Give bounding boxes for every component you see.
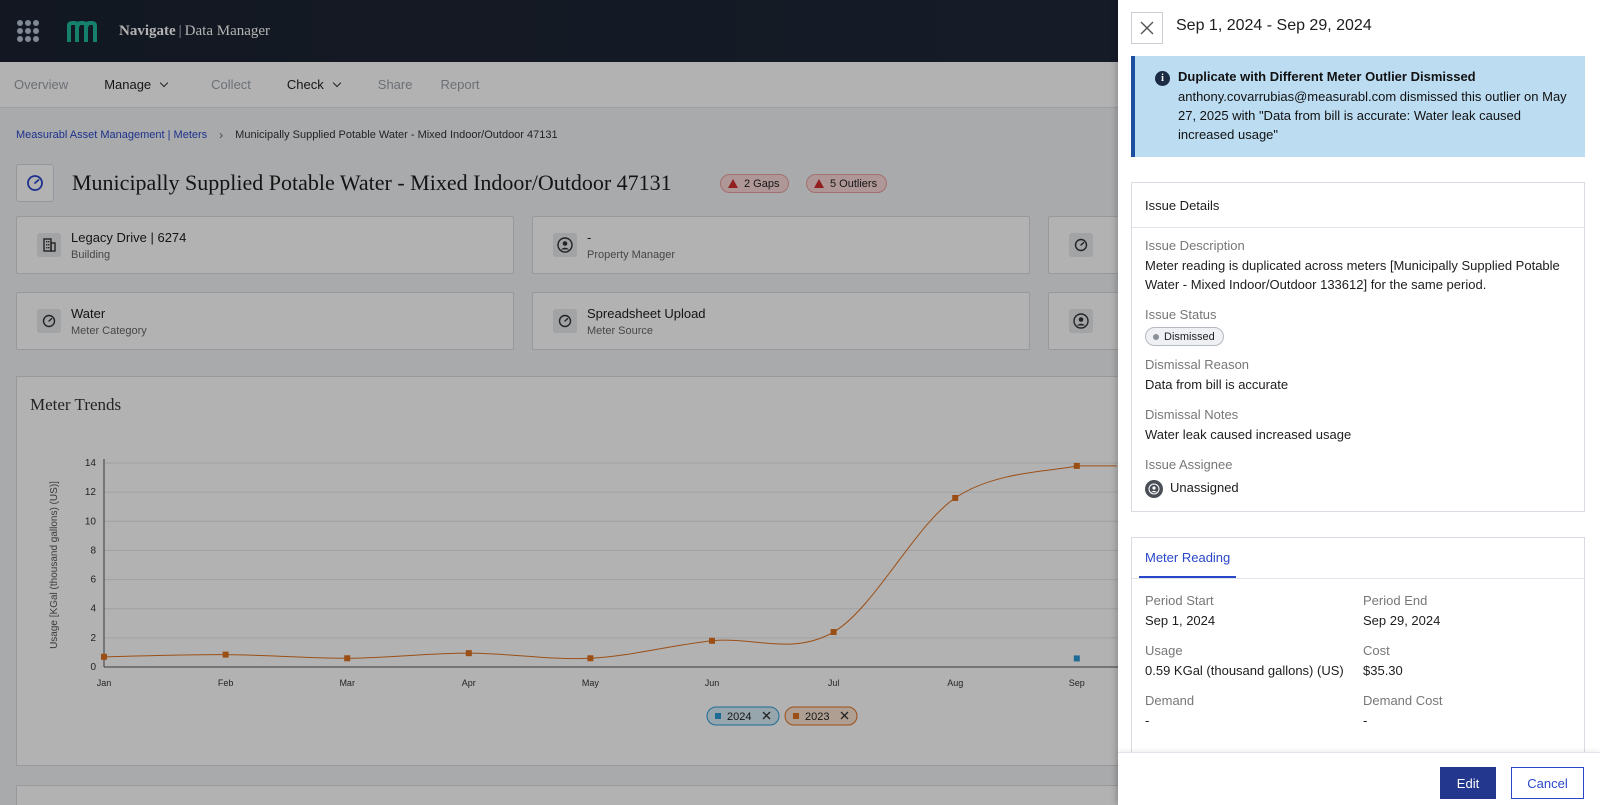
outlier-dismissed-alert: i Duplicate with Different Meter Outlier…: [1131, 56, 1585, 157]
tab-meter-reading[interactable]: Meter Reading: [1139, 538, 1237, 578]
issue-details-heading: Issue Details: [1132, 183, 1584, 228]
period-end: Sep 29, 2024: [1363, 613, 1441, 628]
meter-reading-section: Meter Reading Period Start Sep 1, 2024 P…: [1131, 537, 1585, 767]
period-end-label: Period End: [1363, 593, 1428, 608]
issue-details-section: Issue Details Issue Description Meter re…: [1131, 182, 1585, 512]
modal-overlay[interactable]: [0, 0, 1118, 805]
alert-title: Duplicate with Different Meter Outlier D…: [1178, 69, 1476, 84]
issue-description-label: Issue Description: [1145, 238, 1245, 253]
dismissal-reason-label: Dismissal Reason: [1145, 357, 1250, 372]
cost: $35.30: [1363, 663, 1403, 678]
avatar-icon: [1145, 480, 1163, 498]
demand-cost: -: [1363, 713, 1368, 728]
issue-status-badge: Dismissed: [1145, 327, 1224, 346]
period-start: Sep 1, 2024: [1145, 613, 1216, 628]
cancel-button[interactable]: Cancel: [1511, 767, 1584, 799]
period-start-label: Period Start: [1145, 593, 1214, 608]
usage-label: Usage: [1145, 643, 1183, 658]
issue-assignee: Unassigned: [1170, 480, 1239, 495]
dismissal-notes: Water leak caused increased usage: [1145, 427, 1352, 442]
drawer-title: Sep 1, 2024 - Sep 29, 2024: [1176, 17, 1372, 34]
drawer-footer: Edit Cancel: [1118, 752, 1600, 805]
demand-label: Demand: [1145, 693, 1195, 708]
issue-assignee-label: Issue Assignee: [1145, 457, 1233, 472]
reading-drawer: Sep 1, 2024 - Sep 29, 2024 i Duplicate w…: [1118, 0, 1600, 805]
usage: 0.59 KGal (thousand gallons) (US): [1145, 663, 1344, 678]
tab-divider: [1132, 578, 1584, 579]
status-dot-icon: [1153, 333, 1159, 340]
info-icon: i: [1155, 71, 1170, 86]
issue-status-value: Dismissed: [1164, 330, 1215, 343]
close-icon: [1140, 21, 1154, 35]
demand-cost-label: Demand Cost: [1363, 693, 1443, 708]
close-button[interactable]: [1131, 12, 1163, 44]
cost-label: Cost: [1363, 643, 1390, 658]
issue-status-label: Issue Status: [1145, 307, 1217, 322]
dismissal-notes-label: Dismissal Notes: [1145, 407, 1239, 422]
issue-description: Meter reading is duplicated across meter…: [1145, 258, 1560, 292]
edit-button[interactable]: Edit: [1440, 767, 1496, 799]
alert-body: anthony.covarrubias@measurabl.com dismis…: [1178, 89, 1567, 142]
dismissal-reason: Data from bill is accurate: [1145, 377, 1289, 392]
demand: -: [1145, 713, 1150, 728]
